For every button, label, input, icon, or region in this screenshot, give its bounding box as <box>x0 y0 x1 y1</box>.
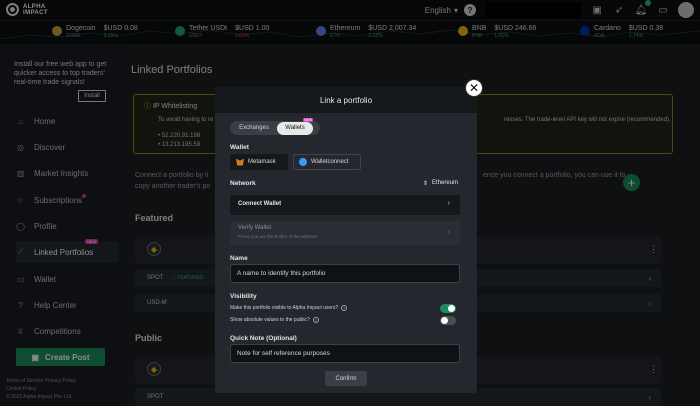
visible-toggle[interactable] <box>440 304 456 313</box>
visibility-label: Visibility <box>230 293 257 300</box>
visibility-option-absolute: Show absolute values to the public? ? <box>230 317 319 323</box>
tab-wallets[interactable]: Wallets NEW <box>277 117 314 135</box>
visibility-absolute-text: Show absolute values to the public? <box>230 317 310 323</box>
connect-wallet-button[interactable]: Connect Wallet › <box>230 195 460 215</box>
modal-header: Link a portfolio <box>215 87 477 113</box>
network-value[interactable]: ⇕ Ethereum <box>423 180 458 187</box>
visibility-public-text: Make this portfolio visible to Alpha Imp… <box>230 305 339 311</box>
help-icon[interactable]: ? <box>341 305 348 311</box>
quick-note-label: Quick Note (Optional) <box>230 335 297 342</box>
close-icon[interactable]: ✕ <box>465 79 483 97</box>
metamask-icon <box>236 158 244 166</box>
walletconnect-label: Walletconnect <box>311 159 349 165</box>
confirm-button[interactable]: Confirm <box>325 371 367 386</box>
link-portfolio-modal: Link a portfolio Exchanges Wallets NEW W… <box>215 87 477 393</box>
metamask-label: Metamask <box>248 159 276 165</box>
metamask-option[interactable]: Metamask <box>230 154 288 170</box>
wallet-label: Wallet <box>230 144 249 151</box>
connect-wallet-label: Connect Wallet <box>238 201 282 207</box>
source-tabs: Exchanges Wallets NEW <box>230 117 320 135</box>
verify-wallet-button[interactable]: Verify Wallet Prove you are the holder o… <box>230 221 460 245</box>
name-label: Name <box>230 255 248 262</box>
quick-note-input[interactable]: Note for self reference purposes <box>230 344 460 363</box>
new-badge: NEW <box>303 117 314 122</box>
chevron-right-icon: › <box>447 229 450 236</box>
chevron-right-icon: › <box>447 200 450 207</box>
verify-wallet-subtitle: Prove you are the holder of the address <box>238 234 318 239</box>
modal-title: Link a portfolio <box>319 95 373 105</box>
toggle-knob <box>448 305 455 312</box>
tab-wallets-label: Wallets <box>285 125 305 131</box>
tab-exchanges[interactable]: Exchanges <box>231 122 277 135</box>
walletconnect-option[interactable]: Walletconnect <box>293 154 361 170</box>
walletconnect-icon <box>299 158 307 166</box>
ethereum-icon: ⇕ <box>423 181 429 187</box>
toggle-knob <box>441 317 448 324</box>
absolute-values-toggle[interactable] <box>440 316 456 325</box>
network-name: Ethereum <box>432 180 459 186</box>
portfolio-name-input[interactable]: A name to identify this portfolio <box>230 264 460 283</box>
verify-wallet-label: Verify Wallet <box>238 225 272 231</box>
help-icon[interactable]: ? <box>312 317 319 323</box>
visibility-option-public: Make this portfolio visible to Alpha Imp… <box>230 305 348 311</box>
network-label: Network <box>230 180 256 187</box>
